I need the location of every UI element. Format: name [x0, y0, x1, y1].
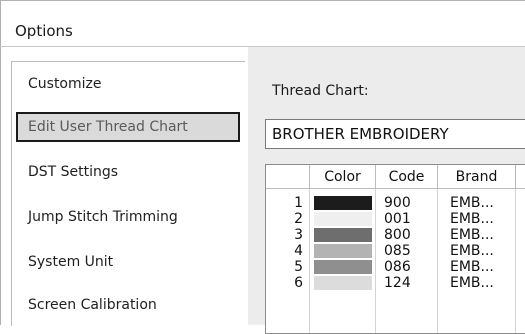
sidebar-item-customize[interactable]: Customize [18, 71, 238, 97]
column-header-brand[interactable]: Brand [438, 165, 516, 189]
thread-brand: EMB... [450, 227, 494, 243]
table-row[interactable]: 6 124 EMB... [266, 275, 525, 291]
row-number: 5 [294, 259, 303, 275]
row-number: 2 [294, 211, 303, 227]
row-number: 1 [294, 195, 303, 211]
table-row[interactable]: 4 085 EMB... [266, 243, 525, 259]
sidebar-item-edit-user-thread-chart[interactable]: Edit User Thread Chart [16, 112, 240, 142]
row-number: 3 [294, 227, 303, 243]
row-number: 6 [294, 275, 303, 291]
thread-code: 124 [384, 275, 411, 291]
thread-code: 900 [384, 195, 411, 211]
thread-chart-select[interactable]: BROTHER EMBROIDERY [265, 119, 525, 149]
thread-chart-label: Thread Chart: [272, 83, 369, 99]
table-row[interactable]: 2 001 EMB... [266, 211, 525, 227]
sidebar-item-screen-calibration[interactable]: Screen Calibration [18, 292, 238, 318]
thread-brand: EMB... [450, 275, 494, 291]
frame-top-edge [0, 0, 525, 1]
table-row[interactable]: 1 900 EMB... [266, 195, 525, 211]
sidebar-item-dst-settings[interactable]: DST Settings [18, 159, 238, 185]
sidebar-item-jump-stitch-trimming[interactable]: Jump Stitch Trimming [18, 204, 238, 230]
column-header-index[interactable] [266, 165, 310, 189]
color-swatch [314, 196, 372, 210]
color-swatch [314, 228, 372, 242]
color-swatch [314, 260, 372, 274]
window-title-bar: Options [0, 0, 525, 46]
column-header-extra [516, 165, 525, 189]
color-swatch [314, 212, 372, 226]
thread-table: Color Code Brand 1 900 EMB... 2 001 EMB.… [265, 164, 525, 334]
thread-code: 085 [384, 243, 411, 259]
thread-brand: EMB... [450, 211, 494, 227]
color-swatch [314, 276, 372, 290]
frame-left-edge [0, 0, 1, 325]
window-title: Options [15, 22, 73, 40]
column-header-color[interactable]: Color [310, 165, 376, 189]
options-sidebar: Customize Edit User Thread Chart DST Set… [11, 61, 245, 326]
table-row[interactable]: 5 086 EMB... [266, 259, 525, 275]
sidebar-item-system-unit[interactable]: System Unit [18, 249, 238, 275]
thread-brand: EMB... [450, 243, 494, 259]
thread-code: 800 [384, 227, 411, 243]
thread-code: 001 [384, 211, 411, 227]
thread-code: 086 [384, 259, 411, 275]
color-swatch [314, 244, 372, 258]
column-header-code[interactable]: Code [376, 165, 438, 189]
table-row[interactable]: 3 800 EMB... [266, 227, 525, 243]
thread-brand: EMB... [450, 259, 494, 275]
thread-brand: EMB... [450, 195, 494, 211]
row-number: 4 [294, 243, 303, 259]
